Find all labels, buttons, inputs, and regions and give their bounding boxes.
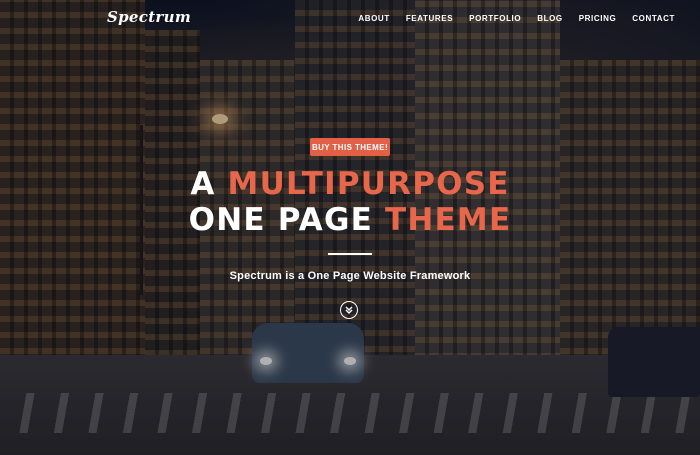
hero-subtitle: Spectrum is a One Page Website Framework [229, 270, 471, 282]
site-logo[interactable]: Spectrum [107, 8, 191, 26]
nav-portfolio[interactable]: PORTFOLIO [469, 14, 521, 23]
nav-blog[interactable]: BLOG [537, 14, 563, 23]
double-chevron-down-icon [345, 306, 353, 314]
scroll-down-button[interactable] [340, 301, 358, 319]
headline-text: A [190, 166, 228, 202]
nav-features[interactable]: FEATURES [406, 14, 453, 23]
nav-pricing[interactable]: PRICING [579, 14, 617, 23]
headline-accent: THEME [385, 202, 512, 238]
divider [328, 253, 372, 255]
headline-line-1: A MULTIPURPOSE [0, 166, 700, 202]
buy-theme-button[interactable]: BUY THIS THEME! [310, 138, 390, 156]
headline-accent: MULTIPURPOSE [227, 166, 510, 202]
headline-text: ONE PAGE [188, 202, 386, 238]
nav-about[interactable]: ABOUT [358, 14, 389, 23]
headline-line-2: ONE PAGE THEME [0, 202, 700, 238]
main-nav: ABOUT FEATURES PORTFOLIO BLOG PRICING CO… [342, 14, 675, 23]
nav-contact[interactable]: CONTACT [632, 14, 675, 23]
